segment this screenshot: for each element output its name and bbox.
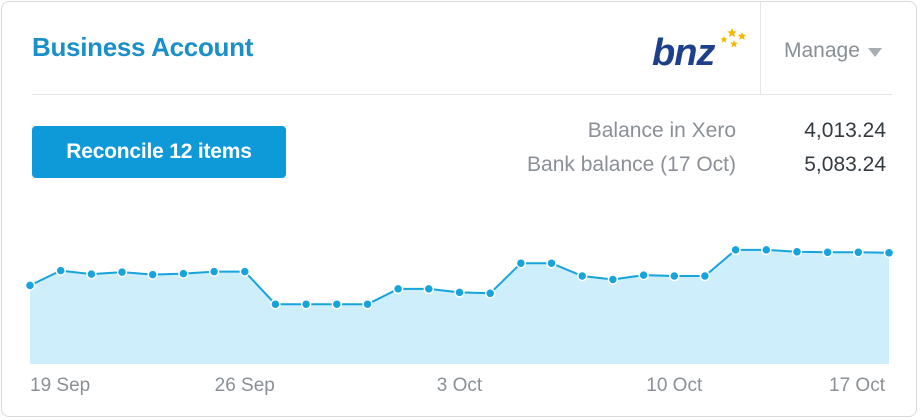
balance-xero-value: 4,013.24: [804, 119, 886, 142]
header-divider: [760, 2, 761, 94]
account-card: Business Account bnz Manage Reconcile 12…: [1, 1, 917, 417]
caret-down-icon: [867, 47, 882, 57]
manage-dropdown[interactable]: Manage: [784, 39, 882, 63]
section-divider: [32, 94, 892, 95]
balance-xero-label: Balance in Xero: [587, 119, 736, 142]
logo-stars-icon: [720, 28, 747, 48]
account-title[interactable]: Business Account: [32, 32, 253, 63]
reconcile-button[interactable]: Reconcile 12 items: [32, 126, 286, 178]
manage-label: Manage: [784, 39, 860, 62]
bank-logo: bnz: [652, 28, 747, 72]
bank-logo-text: bnz: [652, 32, 715, 72]
bank-balance-label: Bank balance (17 Oct): [527, 153, 736, 176]
bank-balance-value: 5,083.24: [804, 153, 886, 176]
